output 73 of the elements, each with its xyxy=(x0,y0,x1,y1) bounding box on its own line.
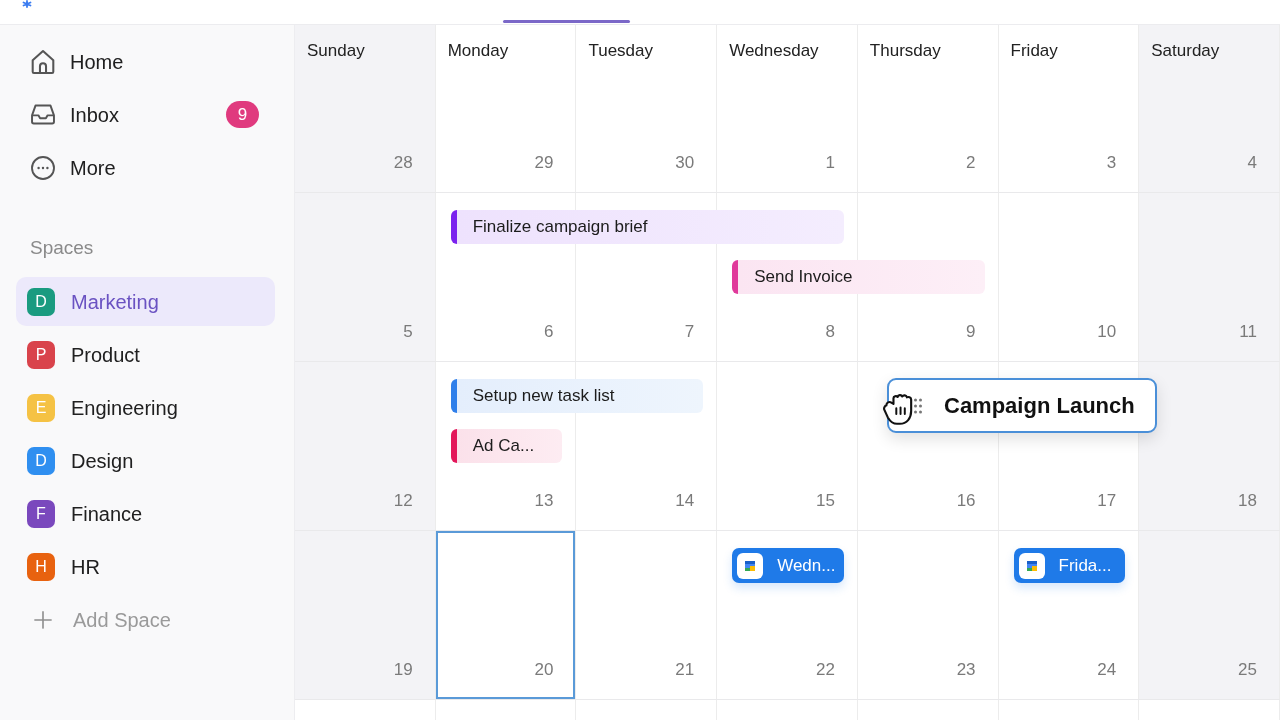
date-number: 8 xyxy=(825,322,835,342)
date-number: 12 xyxy=(393,491,413,511)
day-cell[interactable]: 4 xyxy=(1139,80,1280,192)
day-cell[interactable]: 25 xyxy=(1139,531,1280,699)
space-item[interactable]: D Design xyxy=(16,436,275,485)
day-cell[interactable]: 28 xyxy=(295,80,436,192)
space-avatar: F xyxy=(27,499,55,528)
home-icon xyxy=(31,49,55,74)
plus-icon xyxy=(34,610,52,629)
event-bar[interactable]: Setup new task list xyxy=(450,379,704,413)
count-badge: 9 xyxy=(226,101,259,128)
date-number: 13 xyxy=(534,491,554,511)
drag-handle-icon[interactable] xyxy=(914,397,922,414)
date-number: 6 xyxy=(543,322,554,342)
space-avatar: D xyxy=(27,287,55,316)
date-number: 29 xyxy=(534,153,554,173)
calendar-icon xyxy=(1018,552,1045,579)
day-cell[interactable]: 20 xyxy=(435,531,577,699)
dragged-event-card[interactable]: Campaign Launch xyxy=(887,378,1157,433)
space-avatar: H xyxy=(27,552,55,581)
space-item[interactable]: F Finance xyxy=(16,489,275,538)
date-number: 1 xyxy=(825,153,835,173)
date-number: 9 xyxy=(966,322,976,342)
date-number: 15 xyxy=(815,491,835,511)
space-avatar: P xyxy=(27,340,55,369)
nav-item[interactable]: Home xyxy=(16,37,275,86)
date-number: 14 xyxy=(675,491,695,511)
space-item[interactable]: E Engineering xyxy=(16,383,275,432)
date-number: 24 xyxy=(1097,660,1117,680)
space-avatar: D xyxy=(27,446,55,475)
date-number: 18 xyxy=(1238,491,1257,511)
date-number: 16 xyxy=(956,491,976,511)
calendar-event[interactable]: Frida... xyxy=(1013,548,1126,583)
date-number: 28 xyxy=(393,153,413,173)
day-cell[interactable]: 19 xyxy=(295,531,436,699)
date-number: 22 xyxy=(815,660,835,680)
space-avatar: E xyxy=(27,393,55,422)
add-space-link[interactable]: Add Space xyxy=(16,595,275,644)
date-number: 25 xyxy=(1238,660,1257,680)
calendar-event[interactable]: Wedn... xyxy=(732,548,844,583)
inbox-tray-icon xyxy=(31,104,55,125)
date-number: 11 xyxy=(1239,322,1257,342)
date-number: 17 xyxy=(1097,491,1117,511)
date-number: 30 xyxy=(675,153,695,173)
date-number: 20 xyxy=(534,660,554,680)
day-cell[interactable]: 12 xyxy=(295,362,436,530)
day-cell[interactable]: 11 xyxy=(1139,193,1280,361)
date-number: 19 xyxy=(393,660,413,680)
date-number: 7 xyxy=(684,322,695,342)
space-item[interactable]: D Marketing xyxy=(16,277,275,326)
day-cell[interactable]: 18 xyxy=(1139,362,1280,530)
logo-icon[interactable] xyxy=(22,0,32,8)
date-number: 23 xyxy=(956,660,976,680)
section-heading: Spaces xyxy=(30,236,95,260)
nav-item[interactable]: More xyxy=(16,143,275,192)
space-item[interactable]: P Product xyxy=(16,330,275,379)
event-bar[interactable]: Finalize campaign brief xyxy=(450,210,844,244)
date-number: 4 xyxy=(1247,153,1257,173)
date-number: 10 xyxy=(1097,322,1117,342)
day-cell[interactable]: 5 xyxy=(295,193,436,361)
space-item[interactable]: H HR xyxy=(16,542,275,591)
day-header: Sunday xyxy=(295,25,436,80)
day-header: Saturday xyxy=(1139,25,1280,80)
date-number: 3 xyxy=(1106,153,1117,173)
nav-item[interactable]: Inbox 9 xyxy=(16,90,275,139)
event-bar[interactable]: Ad Ca... xyxy=(450,429,563,463)
date-number: 21 xyxy=(675,660,695,680)
event-bar[interactable]: Send Invoice xyxy=(732,260,985,294)
date-number: 2 xyxy=(966,153,976,173)
calendar-icon xyxy=(737,552,764,579)
more-icon xyxy=(31,155,55,180)
date-number: 5 xyxy=(403,322,413,342)
hand-cursor-icon xyxy=(883,394,913,425)
